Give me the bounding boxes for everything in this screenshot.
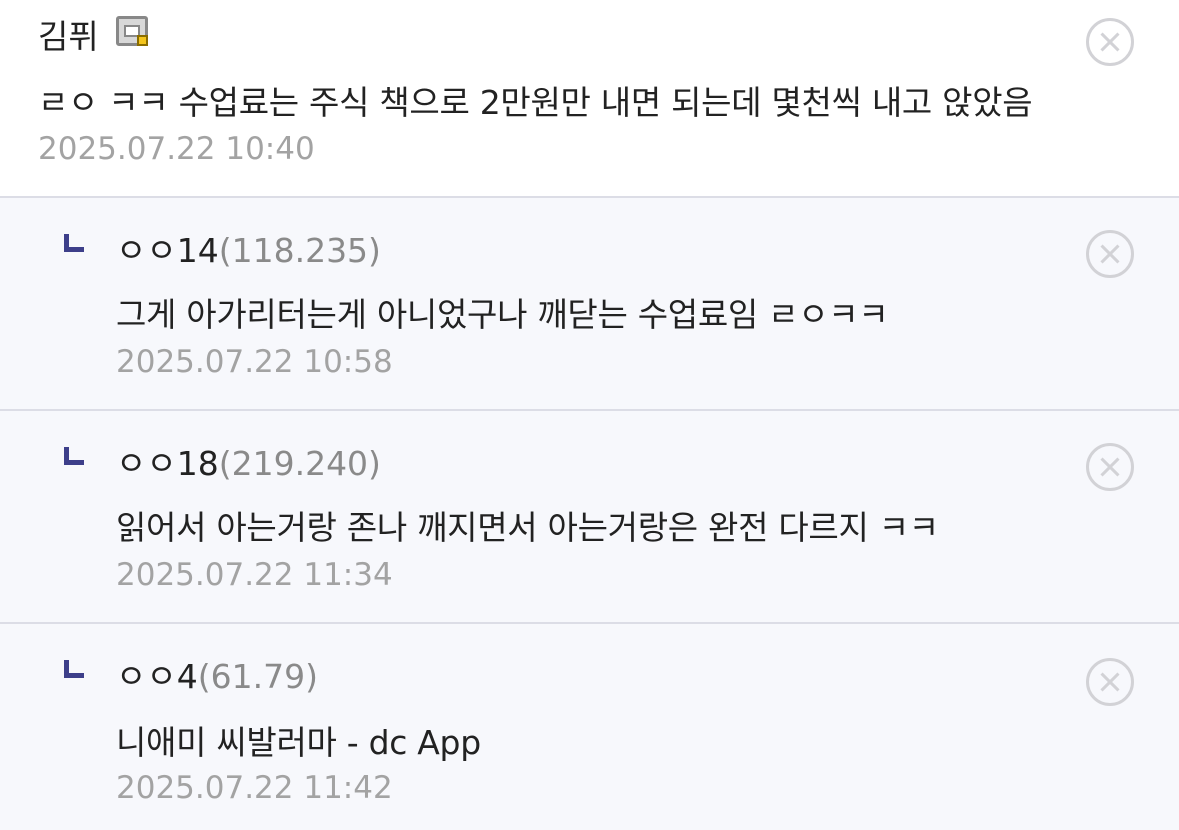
reply-text: 읽어서 아는거랑 존나 깨지면서 아는거랑은 완전 다르지 ㅋㅋ <box>116 508 939 547</box>
gallery-nick-icon <box>116 16 148 46</box>
reply-arrow-icon <box>64 660 84 678</box>
delete-comment-button[interactable] <box>1086 18 1134 66</box>
reply-item: ㅇㅇ14(118.235) 그게 아가리터는게 아니었구나 깨닫는 수업료임 ㄹ… <box>0 196 1179 409</box>
reply-text: 니애미 씨발러마 - dc App <box>116 723 481 762</box>
reply-nickname[interactable]: ㅇㅇ14(118.235) <box>116 224 381 272</box>
reply-text: 그게 아가리터는게 아니었구나 깨닫는 수업료임 ㄹㅇㅋㅋ <box>116 295 889 334</box>
reply-arrow-icon <box>64 447 84 465</box>
comment-text: ㄹㅇ ㅋㅋ 수업료는 주식 책으로 2만원만 내면 되는데 몇천씩 내고 앉았음 <box>38 83 1033 122</box>
reply-date: 2025.07.22 11:34 <box>116 557 393 593</box>
comment-nickname[interactable]: 김퓌 <box>38 10 99 58</box>
reply-date: 2025.07.22 10:58 <box>116 344 393 380</box>
comment-nickname-text[interactable]: 김퓌 <box>38 17 99 56</box>
main-comment: 김퓌 ㄹㅇ ㅋㅋ 수업료는 주식 책으로 2만원만 내면 되는데 몇천씩 내고 … <box>0 0 1179 196</box>
delete-reply-button[interactable] <box>1086 443 1134 491</box>
reply-nickname-text[interactable]: ㅇㅇ4 <box>116 657 198 696</box>
reply-nickname-text[interactable]: ㅇㅇ14 <box>116 231 219 270</box>
reply-nickname-text[interactable]: ㅇㅇ18 <box>116 444 219 483</box>
reply-ip: (61.79) <box>197 657 318 696</box>
reply-ip: (219.240) <box>218 444 381 483</box>
delete-reply-button[interactable] <box>1086 658 1134 706</box>
reply-nickname[interactable]: ㅇㅇ18(219.240) <box>116 437 381 485</box>
delete-reply-button[interactable] <box>1086 230 1134 278</box>
reply-date: 2025.07.22 11:42 <box>116 770 393 806</box>
comment-date: 2025.07.22 10:40 <box>38 131 315 167</box>
reply-ip: (118.235) <box>218 231 381 270</box>
reply-item: ㅇㅇ18(219.240) 읽어서 아는거랑 존나 깨지면서 아는거랑은 완전 … <box>0 409 1179 622</box>
reply-item: ㅇㅇ4(61.79) 니애미 씨발러마 - dc App 2025.07.22 … <box>0 622 1179 830</box>
reply-arrow-icon <box>64 234 84 252</box>
reply-nickname[interactable]: ㅇㅇ4(61.79) <box>116 650 318 698</box>
